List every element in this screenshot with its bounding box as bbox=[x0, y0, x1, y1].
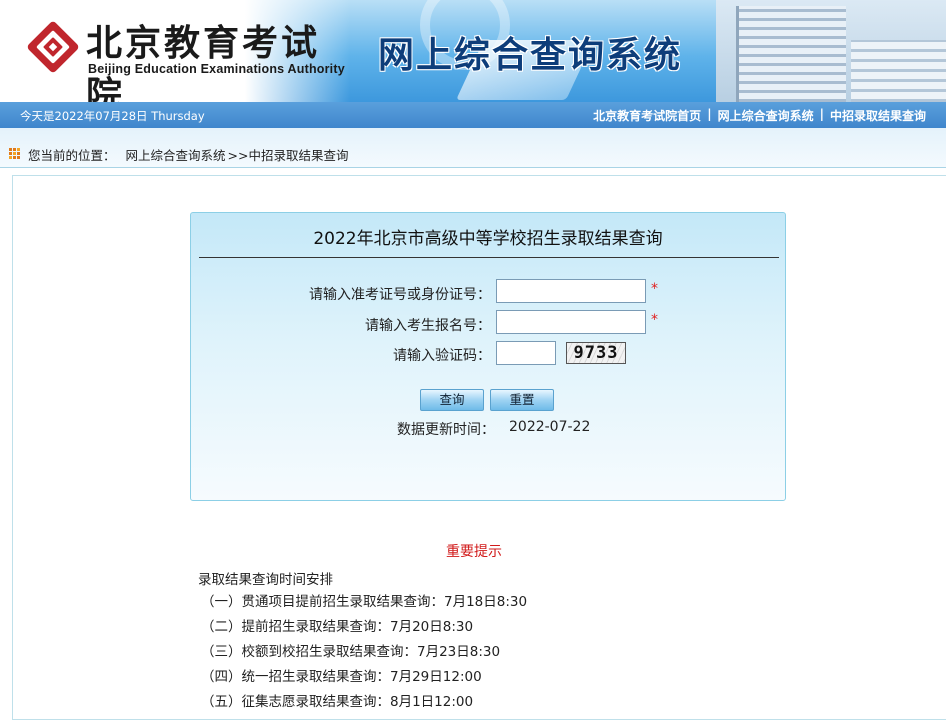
nav-link-home[interactable]: 北京教育考试院首页 bbox=[593, 107, 701, 124]
exam-id-input[interactable] bbox=[496, 279, 646, 303]
building-tower bbox=[736, 6, 846, 102]
current-date: 今天是2022年07月28日 Thursday bbox=[20, 109, 205, 123]
registration-number-label: 请输入考生报名号： bbox=[365, 318, 491, 334]
updated-value: 2022-07-22 bbox=[509, 419, 591, 435]
list-item: （二）提前招生录取结果查询：7月20日8:30 bbox=[201, 619, 474, 635]
building-wing bbox=[851, 40, 946, 102]
exam-id-label: 请输入准考证号或身份证号： bbox=[309, 287, 491, 303]
registration-number-input[interactable] bbox=[496, 310, 646, 334]
header-banner: 北京教育考试院 Beijing Education Examinations A… bbox=[0, 0, 946, 102]
updated-label: 数据更新时间： bbox=[397, 422, 495, 438]
org-name-cn: 北京教育考试院 bbox=[86, 22, 321, 102]
org-name-en: Beijing Education Examinations Authority bbox=[88, 62, 345, 76]
nav-separator: | bbox=[707, 107, 712, 121]
breadcrumb-prefix: 您当前的位置： bbox=[28, 148, 116, 163]
top-navbar: 今天是2022年07月28日 Thursday 北京教育考试院首页 | 网上综合… bbox=[0, 102, 946, 128]
captcha-label: 请输入验证码： bbox=[393, 348, 491, 364]
title-divider bbox=[199, 257, 779, 258]
breadcrumb-item-query-system[interactable]: 网上综合查询系统 bbox=[126, 145, 226, 164]
list-item: （五）征集志愿录取结果查询：8月1日12:00 bbox=[201, 694, 474, 710]
nav-link-query-system[interactable]: 网上综合查询系统 bbox=[718, 107, 814, 124]
notice-subtitle: 录取结果查询时间安排 bbox=[198, 572, 333, 588]
logo-area: 北京教育考试院 Beijing Education Examinations A… bbox=[0, 0, 350, 102]
notice-title: 重要提示 bbox=[446, 544, 502, 560]
data-updated: 数据更新时间： 2022-07-22 bbox=[397, 419, 590, 439]
captcha-image[interactable]: 9733 bbox=[566, 342, 626, 364]
required-mark: * bbox=[651, 281, 658, 297]
list-item: （一）贯通项目提前招生录取结果查询：7月18日8:30 bbox=[201, 594, 528, 610]
grid-dots-icon bbox=[9, 148, 20, 159]
nav-link-admission-result[interactable]: 中招录取结果查询 bbox=[830, 107, 926, 124]
beijing-education-logo-icon bbox=[27, 21, 79, 73]
reset-button[interactable]: 重置 bbox=[490, 389, 554, 411]
breadcrumb-bar: 您当前的位置： 网上综合查询系统 >>中招录取结果查询 bbox=[0, 128, 946, 168]
nav-separator: | bbox=[819, 107, 824, 121]
system-title: 网上综合查询系统 bbox=[378, 35, 683, 76]
query-button[interactable]: 查询 bbox=[420, 389, 484, 411]
notice-list: （一）贯通项目提前招生录取结果查询：7月18日8:30 （二）提前招生录取结果查… bbox=[201, 592, 527, 717]
breadcrumb: 您当前的位置： 网上综合查询系统 >>中招录取结果查询 bbox=[28, 145, 348, 164]
required-mark: * bbox=[651, 312, 658, 328]
list-item: （三）校额到校招生录取结果查询：7月23日8:30 bbox=[201, 644, 501, 660]
query-form-panel: 2022年北京市高级中等学校招生录取结果查询 请输入准考证号或身份证号： * 请… bbox=[190, 212, 786, 501]
breadcrumb-item-current: >>中招录取结果查询 bbox=[227, 148, 349, 163]
query-form-title: 2022年北京市高级中等学校招生录取结果查询 bbox=[313, 229, 663, 249]
list-item: （四）统一招生录取结果查询：7月29日12:00 bbox=[201, 669, 482, 685]
top-nav-links: 北京教育考试院首页 | 网上综合查询系统 | 中招录取结果查询 bbox=[593, 107, 926, 124]
captcha-input[interactable] bbox=[496, 341, 556, 365]
main-content: 2022年北京市高级中等学校招生录取结果查询 请输入准考证号或身份证号： * 请… bbox=[12, 175, 946, 720]
building-illustration bbox=[716, 0, 946, 102]
